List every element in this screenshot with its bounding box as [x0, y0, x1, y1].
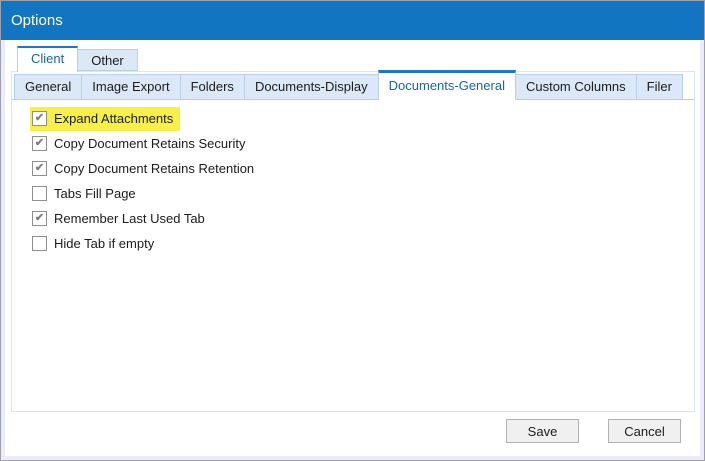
save-button[interactable]: Save [506, 419, 579, 443]
option-row: ✔ Remember Last Used Tab [32, 206, 694, 231]
cancel-button[interactable]: Cancel [608, 419, 681, 443]
tab-other[interactable]: Other [77, 49, 138, 71]
option-box: ✔ Copy Document Retains Security [30, 132, 252, 156]
checkbox-copy-document-retains-retention[interactable]: ✔ [32, 161, 47, 176]
window-title: Options [11, 12, 63, 29]
highlighted-option: ✔ Expand Attachments [30, 106, 181, 131]
secondary-tabs: General Image Export Folders Documents-Disp… [12, 70, 694, 100]
checkbox-label: Copy Document Retains Retention [54, 161, 255, 176]
tab-custom-columns[interactable]: Custom Columns [514, 74, 637, 99]
option-box: ✔ Remember Last Used Tab [30, 207, 212, 231]
tab-folders[interactable]: Folders [179, 74, 245, 99]
tab-documents-general[interactable]: Documents-General [377, 70, 516, 100]
tab-image-export[interactable]: Image Export [81, 74, 181, 99]
checkbox-expand-attachments[interactable]: ✔ [32, 111, 47, 126]
checkbox-remember-last-used-tab[interactable]: ✔ [32, 211, 47, 226]
option-box: Hide Tab if empty [30, 232, 161, 256]
dialog-content: Client Other General Image Export Folders Do… [5, 40, 700, 456]
option-row: ✔ Copy Document Retains Retention [32, 156, 694, 181]
checkbox-label: Copy Document Retains Security [54, 136, 246, 151]
checkbox-tabs-fill-page[interactable] [32, 186, 47, 201]
option-row: Hide Tab if empty [32, 231, 694, 256]
checkbox-copy-document-retains-security[interactable]: ✔ [32, 136, 47, 151]
titlebar[interactable]: Options [1, 1, 704, 40]
tab-client[interactable]: Client [17, 46, 79, 72]
checkbox-label: Hide Tab if empty [54, 236, 155, 251]
tab-filer[interactable]: Filer [635, 74, 683, 99]
option-row: ✔ Expand Attachments [30, 106, 694, 131]
checkbox-label: Expand Attachments [54, 111, 174, 126]
option-box: ✔ Copy Document Retains Retention [30, 157, 261, 181]
primary-tabs: Client Other [17, 46, 138, 72]
checkbox-label: Remember Last Used Tab [54, 211, 205, 226]
checkbox-label: Tabs Fill Page [54, 186, 136, 201]
client-tab-page: General Image Export Folders Documents-Disp… [11, 70, 695, 412]
footer: Save Cancel [506, 419, 681, 443]
option-box: Tabs Fill Page [30, 182, 143, 206]
options-dialog: Options Client Other General Image Export F… [0, 0, 705, 461]
tab-documents-display[interactable]: Documents-Display [243, 74, 379, 99]
checkbox-hide-tab-if-empty[interactable] [32, 236, 47, 251]
option-row: ✔ Copy Document Retains Security [32, 131, 694, 156]
tab-general[interactable]: General [14, 74, 83, 99]
options-list: ✔ Expand Attachments ✔ Copy Document Retain… [30, 106, 694, 256]
option-row: Tabs Fill Page [32, 181, 694, 206]
